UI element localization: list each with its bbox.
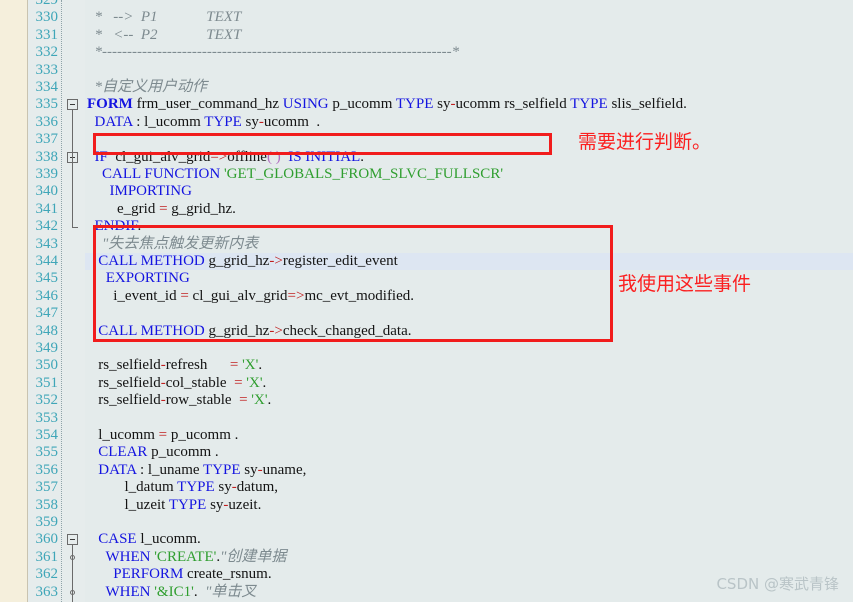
- fold-connector-line: [72, 545, 73, 602]
- line-number: 337: [35, 131, 59, 148]
- line-number: 344: [35, 253, 59, 269]
- line-number: 342: [35, 218, 59, 235]
- code-line[interactable]: [85, 62, 87, 79]
- fold-toggle-icon[interactable]: [67, 99, 78, 111]
- line-number: 331: [35, 26, 59, 43]
- line-number: 330: [35, 9, 59, 26]
- line-number: 346: [35, 287, 59, 304]
- code-line[interactable]: EXPORTING: [85, 270, 190, 287]
- line-number: 356: [35, 461, 59, 478]
- line-number: 343: [35, 235, 59, 252]
- code-line[interactable]: l_datum TYPE sy-datum,: [85, 479, 279, 496]
- code-line[interactable]: [85, 0, 87, 9]
- line-number: 358: [35, 496, 59, 513]
- code-line[interactable]: CALL METHOD g_grid_hz->register_edit_eve…: [85, 253, 398, 270]
- code-line[interactable]: l_ucomm = p_ucomm .: [85, 427, 238, 444]
- code-line[interactable]: DATA : l_uname TYPE sy-uname,: [85, 462, 306, 479]
- csdn-watermark: CSDN @寒武青锋: [716, 575, 839, 593]
- line-number: 341: [35, 200, 59, 217]
- line-number: 351: [35, 374, 59, 391]
- line-number: 352: [35, 392, 59, 409]
- code-line[interactable]: WHEN 'CREATE'."创建单据: [85, 549, 286, 566]
- code-line[interactable]: WHEN '&IC1'. "单击叉: [85, 584, 256, 601]
- code-line[interactable]: *---------------------------------------…: [85, 44, 460, 61]
- code-line[interactable]: rs_selfield-row_stable = 'X'.: [85, 392, 271, 409]
- fold-toggle-icon[interactable]: [67, 534, 78, 546]
- line-number: 361: [35, 548, 59, 565]
- code-line[interactable]: ENDIF.: [85, 218, 142, 235]
- code-line[interactable]: [85, 131, 87, 148]
- line-number: 334: [35, 79, 59, 95]
- code-line[interactable]: *自定义用户动作: [85, 79, 208, 96]
- code-line[interactable]: i_event_id = cl_gui_alv_grid=>mc_evt_mod…: [85, 288, 414, 305]
- fold-end-marker: [72, 227, 78, 229]
- code-line[interactable]: IF cl_gui_alv_grid=>offline( ) IS INITIA…: [85, 149, 365, 166]
- line-number: 347: [35, 305, 59, 322]
- line-number: 354: [35, 427, 59, 443]
- code-line[interactable]: CALL FUNCTION 'GET_GLOBALS_FROM_SLVC_FUL…: [85, 166, 503, 183]
- line-number: 353: [35, 409, 59, 426]
- line-number: 357: [35, 479, 59, 496]
- line-number: 339: [35, 166, 59, 182]
- line-number: 359: [35, 514, 59, 530]
- code-line[interactable]: * <-- P2 TEXT: [85, 27, 242, 44]
- fold-connector-line: [72, 110, 73, 228]
- code-folding-gutter[interactable]: [63, 0, 85, 602]
- line-number: 338: [35, 148, 59, 165]
- use-these-events-note: 我使用这些事件: [618, 273, 752, 295]
- line-number: 332: [35, 44, 59, 61]
- line-number: 345: [35, 270, 59, 287]
- need-judgement-note: 需要进行判断。: [578, 131, 712, 153]
- code-editor[interactable]: 329 330 331 332 333 334 335 336 337 338 339 340 341 3…: [0, 0, 853, 602]
- line-number: 362: [35, 566, 59, 583]
- code-line[interactable]: e_grid = g_grid_hz.: [85, 201, 236, 218]
- bookmark-strip[interactable]: [0, 0, 28, 602]
- code-line[interactable]: [85, 410, 87, 427]
- line-number: 348: [35, 322, 59, 339]
- code-line[interactable]: [85, 340, 87, 357]
- line-number: 329: [35, 0, 59, 8]
- code-line[interactable]: rs_selfield-col_stable = 'X'.: [85, 375, 266, 392]
- line-number: 363: [35, 583, 59, 600]
- code-line[interactable]: CASE l_ucomm.: [85, 531, 201, 548]
- code-line[interactable]: [85, 305, 87, 322]
- line-number: 340: [35, 183, 59, 200]
- line-number: 355: [35, 444, 59, 461]
- line-number: 333: [35, 61, 59, 78]
- code-line[interactable]: l_uzeit TYPE sy-uzeit.: [85, 497, 262, 514]
- code-line[interactable]: [85, 514, 87, 531]
- line-number: 336: [35, 113, 59, 130]
- line-number: 335: [35, 96, 59, 113]
- code-line[interactable]: CLEAR p_ucomm .: [85, 444, 218, 461]
- code-line[interactable]: * --> P1 TEXT: [85, 9, 242, 26]
- code-line[interactable]: FORM frm_user_command_hz USING p_ucomm T…: [85, 96, 687, 113]
- code-line[interactable]: CALL METHOD g_grid_hz->check_changed_dat…: [85, 323, 411, 340]
- line-number: 350: [35, 357, 59, 374]
- code-line[interactable]: PERFORM create_rsnum.: [85, 566, 271, 583]
- code-line[interactable]: "失去焦点触发更新内表: [85, 236, 258, 253]
- line-number: 360: [35, 531, 59, 548]
- code-line[interactable]: rs_selfield-refresh = 'X'.: [85, 357, 262, 374]
- code-line[interactable]: DATA : l_ucomm TYPE sy-ucomm .: [85, 114, 321, 131]
- code-line[interactable]: IMPORTING: [85, 183, 192, 200]
- line-number: 349: [35, 340, 59, 356]
